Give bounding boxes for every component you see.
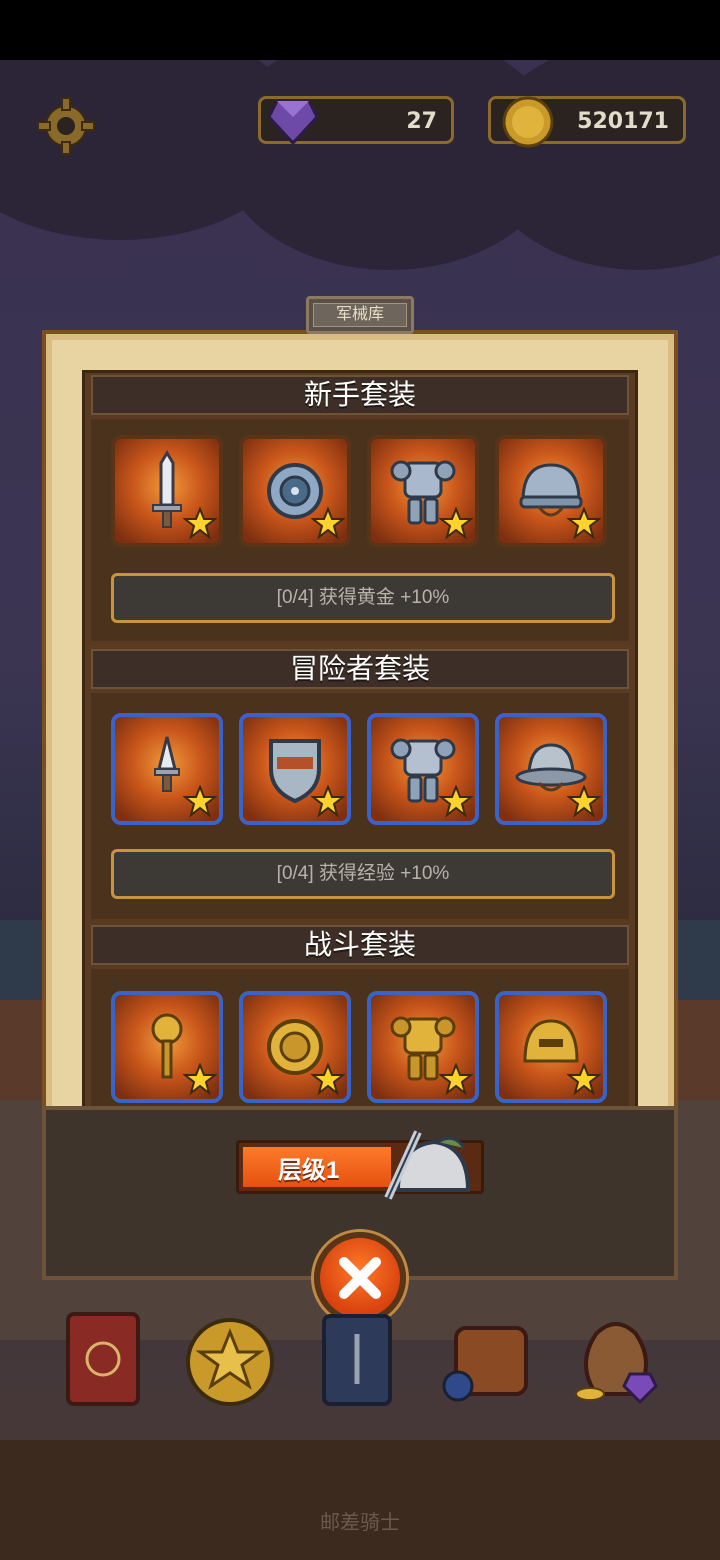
equipment-slot[interactable] [111,435,223,547]
set-body [91,969,629,1107]
set-body: [0/4] 获得经验 +10% [91,693,629,919]
equipment-set-list[interactable]: 新手套装 [0/4] 获得黄金 +10% 冒险者套装 [0/4] 获得经验 +1… [82,370,638,1110]
knight-helmet-icon [384,1130,471,1200]
equipment-slot[interactable] [239,713,351,825]
armory-tab-label: 军械库 [313,303,407,327]
star-icon [567,1063,601,1096]
star-icon [439,1063,473,1096]
equipment-slot[interactable] [239,435,351,547]
equipment-slot[interactable] [495,435,607,547]
set-body: [0/4] 获得黄金 +10% [91,419,629,641]
star-icon [439,507,473,540]
star-icon [183,1063,217,1096]
level-label: 层级1 [278,1157,340,1184]
close-icon [339,1257,381,1299]
equipment-slot[interactable] [111,991,223,1103]
equipment-slot[interactable] [367,713,479,825]
bottom-bar [0,1440,720,1560]
star-icon [567,785,601,818]
armory-tab: 军械库 [306,296,414,334]
gem-count: 27 [406,109,437,134]
set-bonus: [0/4] 获得黄金 +10% [111,573,615,623]
settings-gear-icon[interactable] [36,96,96,156]
purple-gem-icon [267,99,319,145]
loot-bag-icon[interactable] [566,1304,666,1414]
equipment-slot[interactable] [367,435,479,547]
star-icon [311,1063,345,1096]
star-icon [183,507,217,540]
star-icon [439,785,473,818]
equipment-slot[interactable] [111,713,223,825]
star-icon [311,507,345,540]
set-header: 冒险者套装 [91,649,629,689]
backpack-icon[interactable] [436,1304,536,1414]
footer-title: 邮差骑士 [320,1512,400,1534]
equipment-slot[interactable] [239,991,351,1103]
coin-count: 520171 [577,109,669,134]
set-header: 战斗套装 [91,925,629,965]
star-coin-icon[interactable] [180,1304,280,1414]
equipment-slot[interactable] [495,713,607,825]
set-title: 战斗套装 [303,929,416,960]
star-icon [567,507,601,540]
gem-counter[interactable]: 27 [258,96,454,145]
gold-coin-icon [502,96,554,148]
set-bonus: [0/4] 获得经验 +10% [111,849,615,899]
set-title: 冒险者套装 [289,653,430,684]
tree-canopy [480,60,720,270]
star-icon [311,785,345,818]
card-deck-icon[interactable] [310,1304,410,1414]
star-icon [183,785,217,818]
coin-counter[interactable]: 520171 [488,96,686,148]
equipment-slot[interactable] [495,991,607,1103]
equipment-slot[interactable] [367,991,479,1103]
set-header: 新手套装 [91,375,629,415]
spellbook-icon[interactable] [56,1304,156,1414]
set-title: 新手套装 [303,379,416,410]
